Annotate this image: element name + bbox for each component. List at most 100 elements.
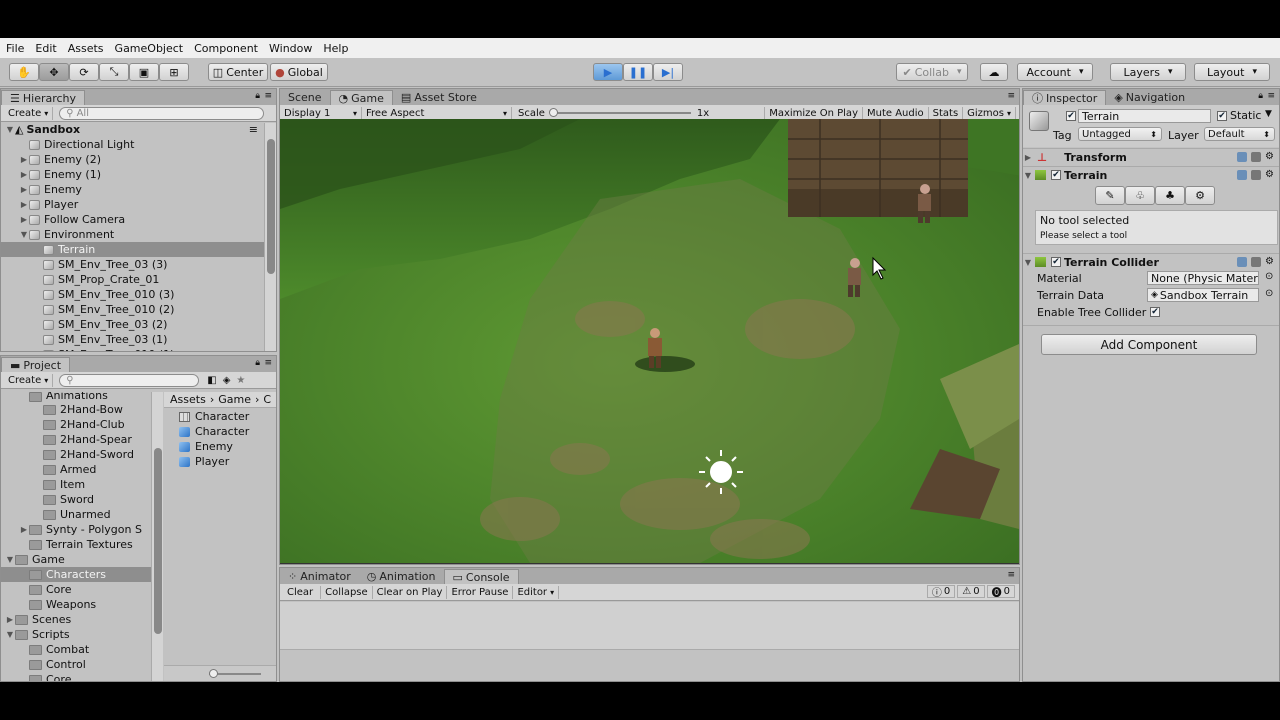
tab-animator[interactable]: ⁘ Animator: [280, 569, 359, 584]
scene-menu-icon[interactable]: ≡: [249, 123, 258, 136]
panel-menu-icon[interactable]: ≡: [264, 91, 272, 101]
asset-item[interactable]: Character: [179, 424, 276, 439]
gear-icon[interactable]: ⚙: [1265, 152, 1275, 162]
expand-arrow-icon[interactable]: ▼: [5, 630, 15, 639]
menu-gameobject[interactable]: GameObject: [115, 42, 184, 55]
project-folder-item[interactable]: Armed: [1, 462, 151, 477]
project-folder-item[interactable]: Unarmed: [1, 507, 151, 522]
static-checkbox[interactable]: ✔: [1217, 111, 1227, 121]
hierarchy-item[interactable]: Terrain: [1, 242, 264, 257]
material-field[interactable]: None (Physic Materi: [1147, 271, 1259, 285]
expand-arrow-icon[interactable]: ▼: [5, 125, 15, 134]
mute-audio-button[interactable]: Mute Audio: [863, 106, 929, 120]
move-tool-icon[interactable]: ✥: [39, 63, 69, 81]
hierarchy-item[interactable]: SM_Prop_Crate_01: [1, 272, 264, 287]
pivot-center-button[interactable]: ◫ Center: [208, 63, 268, 81]
tab-project[interactable]: ▬ Project: [1, 357, 71, 372]
breadcrumb-assets[interactable]: Assets: [170, 393, 206, 406]
tab-asset-store[interactable]: ▤ Asset Store: [393, 90, 485, 105]
preset-icon[interactable]: [1251, 170, 1261, 180]
preset-icon[interactable]: [1251, 152, 1261, 162]
expand-arrow-icon[interactable]: ▶: [19, 155, 29, 164]
maximize-on-play-button[interactable]: Maximize On Play: [764, 106, 863, 120]
aspect-dropdown[interactable]: Free Aspect: [362, 106, 512, 120]
hierarchy-item[interactable]: SM_Env_Tree_010 (1): [1, 347, 264, 351]
expand-arrow-icon[interactable]: ▶: [19, 170, 29, 179]
hierarchy-create-button[interactable]: Create: [4, 106, 54, 120]
tab-console[interactable]: ▭ Console: [443, 569, 519, 584]
scale-tool-icon[interactable]: ⤡: [99, 63, 129, 81]
hierarchy-item[interactable]: Directional Light: [1, 137, 264, 152]
lock-icon[interactable]: 🔒︎: [1258, 91, 1263, 101]
rect-tool-icon[interactable]: ▣: [129, 63, 159, 81]
console-log-area[interactable]: [280, 602, 1019, 650]
expand-arrow-icon[interactable]: ▶: [19, 200, 29, 209]
project-folder-item[interactable]: ▶ Scenes: [1, 612, 151, 627]
project-folder-item[interactable]: Terrain Textures: [1, 537, 151, 552]
collider-enabled-checkbox[interactable]: ✔: [1051, 257, 1061, 267]
tab-animation[interactable]: ◷ Animation: [359, 569, 444, 584]
hierarchy-item[interactable]: ▼ Environment: [1, 227, 264, 242]
tag-dropdown[interactable]: Untagged ⬍: [1078, 127, 1162, 141]
expand-arrow-icon[interactable]: ▶: [19, 525, 29, 534]
expand-arrow-icon[interactable]: ▼: [19, 230, 29, 239]
menu-component[interactable]: Component: [194, 42, 258, 55]
project-tree-scrollbar[interactable]: [151, 392, 163, 681]
add-component-button[interactable]: Add Component: [1041, 334, 1257, 355]
warning-count-toggle[interactable]: ⚠ 0: [957, 585, 985, 598]
scale-thumb[interactable]: [548, 108, 558, 117]
scroll-thumb[interactable]: [154, 448, 162, 634]
help-book-icon[interactable]: [1237, 170, 1247, 180]
enable-tree-collider-checkbox[interactable]: ✔: [1150, 307, 1160, 317]
project-folder-item[interactable]: Control: [1, 657, 151, 672]
help-book-icon[interactable]: [1237, 152, 1247, 162]
hierarchy-item[interactable]: SM_Env_Tree_010 (3): [1, 287, 264, 302]
hierarchy-search-input[interactable]: ⚲ All: [59, 106, 265, 120]
project-folder-item[interactable]: Animations: [1, 392, 151, 402]
panel-menu-icon[interactable]: ≡: [1007, 91, 1015, 101]
hierarchy-item[interactable]: SM_Env_Tree_03 (1): [1, 332, 264, 347]
stats-button[interactable]: Stats: [929, 106, 964, 120]
layers-dropdown[interactable]: Layers: [1110, 63, 1186, 81]
tab-navigation[interactable]: ◈ Navigation: [1106, 90, 1193, 105]
tab-game[interactable]: ◔ Game: [329, 90, 393, 105]
hand-tool-icon[interactable]: ✋: [9, 63, 39, 81]
project-folder-item[interactable]: Characters: [1, 567, 151, 582]
game-viewport[interactable]: [280, 119, 1019, 563]
asset-item[interactable]: Player: [179, 454, 276, 469]
project-folder-item[interactable]: Item: [1, 477, 151, 492]
scroll-thumb[interactable]: [267, 139, 275, 274]
layer-dropdown[interactable]: Default ⬍: [1204, 127, 1275, 141]
scene-root[interactable]: ▼ ◭ Sandbox ≡: [1, 122, 276, 137]
paint-details-tool-icon[interactable]: ♣: [1155, 186, 1185, 205]
breadcrumb-characters[interactable]: C: [263, 393, 271, 406]
tab-inspector[interactable]: ⓘ Inspector: [1023, 90, 1107, 105]
filter-type-icon[interactable]: ◧: [207, 375, 216, 386]
gear-icon[interactable]: ⚙: [1265, 257, 1275, 267]
transform-component-header[interactable]: ▶ ⊥ Transform ⚙: [1023, 148, 1279, 165]
collapse-button[interactable]: Collapse: [321, 585, 373, 599]
display-dropdown[interactable]: Display 1: [280, 106, 362, 120]
rotate-tool-icon[interactable]: ⟳: [69, 63, 99, 81]
hierarchy-item[interactable]: ▶ Enemy (2): [1, 152, 264, 167]
panel-menu-icon[interactable]: ≡: [1267, 91, 1275, 101]
expand-arrow-icon[interactable]: ▶: [19, 215, 29, 224]
terrain-data-field[interactable]: ◈ Sandbox Terrain: [1147, 288, 1259, 302]
terrain-collider-header[interactable]: ▼ ✔ Terrain Collider ⚙: [1023, 253, 1279, 270]
object-picker-icon[interactable]: ⊙: [1265, 288, 1273, 299]
gear-icon[interactable]: ⚙: [1265, 170, 1275, 180]
play-button[interactable]: ▶: [593, 63, 623, 81]
terrain-component-header[interactable]: ▼ ✔ Terrain ⚙: [1023, 166, 1279, 183]
help-book-icon[interactable]: [1237, 257, 1247, 267]
cloud-icon[interactable]: ☁: [980, 63, 1008, 81]
expand-arrow-icon[interactable]: ▼: [1023, 171, 1033, 180]
expand-arrow-icon[interactable]: ▶: [1023, 153, 1033, 162]
project-folder-item[interactable]: 2Hand-Bow: [1, 402, 151, 417]
lock-icon[interactable]: 🔒︎: [255, 358, 260, 368]
project-folder-item[interactable]: Sword: [1, 492, 151, 507]
object-name-field[interactable]: Terrain: [1078, 109, 1211, 123]
terrain-enabled-checkbox[interactable]: ✔: [1051, 170, 1061, 180]
project-folder-item[interactable]: ▼ Game: [1, 552, 151, 567]
error-pause-button[interactable]: Error Pause: [447, 585, 514, 599]
favorite-star-icon[interactable]: ★: [236, 375, 245, 386]
